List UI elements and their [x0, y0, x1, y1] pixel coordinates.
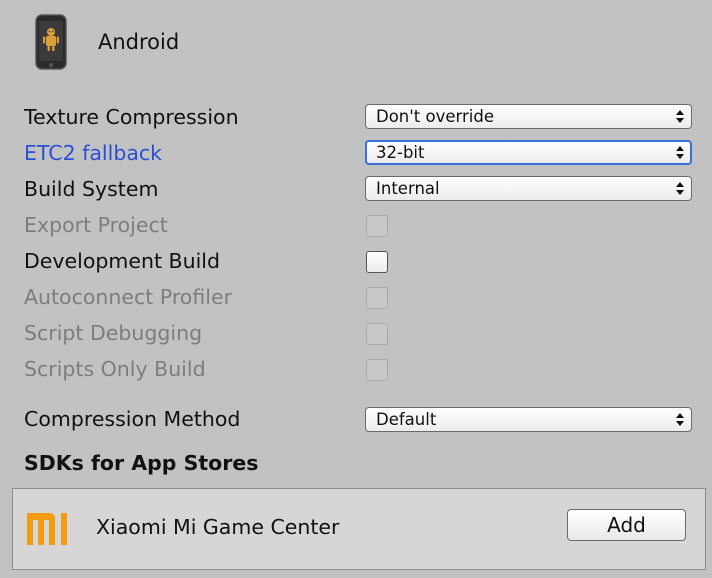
sdks-heading: SDKs for App Stores — [24, 451, 259, 475]
autoconnect-profiler-checkbox[interactable] — [366, 287, 388, 309]
compression-method-dropdown[interactable]: Default — [365, 407, 692, 432]
scripts-only-build-label: Scripts Only Build — [24, 357, 206, 381]
sdk-list-item: Xiaomi Mi Game Center Add — [12, 488, 706, 570]
etc2-fallback-value: 32-bit — [376, 143, 425, 162]
texture-compression-value: Don't override — [376, 107, 495, 126]
build-system-label: Build System — [24, 177, 159, 201]
build-settings-panel: Android Texture Compression Don't overri… — [0, 0, 712, 578]
development-build-label: Development Build — [24, 249, 220, 273]
export-project-checkbox[interactable] — [366, 215, 388, 237]
etc2-fallback-label: ETC2 fallback — [24, 141, 163, 165]
texture-compression-dropdown[interactable]: Don't override — [365, 104, 692, 129]
build-system-value: Internal — [376, 179, 440, 198]
scripts-only-build-checkbox[interactable] — [366, 359, 388, 381]
compression-method-label: Compression Method — [24, 407, 241, 431]
autoconnect-profiler-label: Autoconnect Profiler — [24, 285, 233, 309]
texture-compression-label: Texture Compression — [24, 105, 239, 129]
etc2-fallback-dropdown[interactable]: 32-bit — [365, 140, 692, 165]
script-debugging-checkbox[interactable] — [366, 323, 388, 345]
dropdown-arrows-icon — [676, 413, 684, 426]
dropdown-arrows-icon — [676, 182, 684, 195]
export-project-label: Export Project — [24, 213, 168, 237]
add-sdk-button[interactable]: Add — [567, 509, 686, 541]
xiaomi-mi-logo-icon — [27, 513, 67, 545]
development-build-checkbox[interactable] — [366, 251, 388, 273]
android-phone-icon — [35, 14, 67, 70]
dropdown-arrows-icon — [676, 146, 684, 159]
build-system-dropdown[interactable]: Internal — [365, 176, 692, 201]
compression-method-value: Default — [376, 410, 437, 429]
sdk-name: Xiaomi Mi Game Center — [96, 515, 340, 539]
platform-title: Android — [98, 30, 180, 54]
script-debugging-label: Script Debugging — [24, 321, 203, 345]
dropdown-arrows-icon — [676, 110, 684, 123]
